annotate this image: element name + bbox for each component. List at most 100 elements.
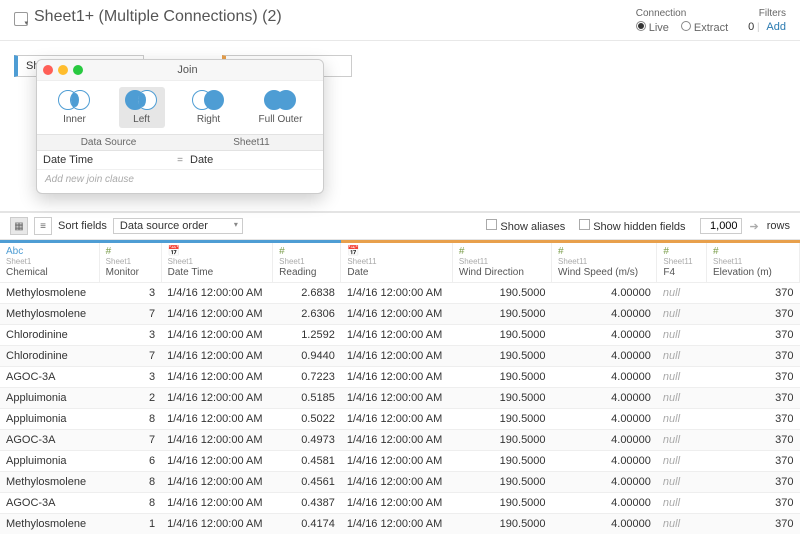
datasource-icon[interactable] <box>14 12 28 26</box>
filters-block: Filters 0 | Add <box>748 8 786 33</box>
table-cell: Methylosmolene <box>0 472 99 493</box>
table-cell: Appluimonia <box>0 388 99 409</box>
view-grid-button[interactable]: ▦ <box>10 217 28 235</box>
table-cell: 1/4/16 12:00:00 AM <box>341 451 453 472</box>
rows-go-icon[interactable]: ➔ <box>750 220 759 233</box>
table-cell: null <box>657 430 707 451</box>
table-cell: 1/4/16 12:00:00 AM <box>341 325 453 346</box>
column-header[interactable]: 📅Sheet1Date Time <box>161 242 273 283</box>
show-aliases-checkbox[interactable]: Show aliases <box>486 219 565 233</box>
show-hidden-checkbox[interactable]: Show hidden fields <box>579 219 685 233</box>
table-cell: 7 <box>99 430 161 451</box>
table-cell: 7 <box>99 346 161 367</box>
data-grid: AbcSheet1Chemical#Sheet1Monitor📅Sheet1Da… <box>0 240 800 534</box>
table-cell: Appluimonia <box>0 451 99 472</box>
join-type-right[interactable]: Right <box>186 87 232 128</box>
clause-operator[interactable]: = <box>170 155 190 166</box>
minimize-icon[interactable] <box>58 65 68 75</box>
connection-live-radio[interactable]: Live <box>636 21 669 34</box>
table-cell: 2.6838 <box>273 283 341 304</box>
table-row[interactable]: AGOC-3A31/4/16 12:00:00 AM0.72231/4/16 1… <box>0 367 800 388</box>
table-cell: 1/4/16 12:00:00 AM <box>341 493 453 514</box>
page-title: Sheet1+ (Multiple Connections) (2) <box>34 8 616 26</box>
column-header[interactable]: #Sheet11F4 <box>657 242 707 283</box>
table-cell: Methylosmolene <box>0 304 99 325</box>
clause-right-field[interactable]: Date <box>190 154 317 166</box>
table-cell: 1/4/16 12:00:00 AM <box>161 514 273 534</box>
table-cell: 6 <box>99 451 161 472</box>
table-cell: 4.00000 <box>552 409 657 430</box>
table-cell: 0.4581 <box>273 451 341 472</box>
type-icon: # <box>106 246 112 257</box>
close-icon[interactable] <box>43 65 53 75</box>
join-type-full[interactable]: Full Outer <box>253 87 309 128</box>
type-icon: # <box>459 246 465 257</box>
table-cell: 1/4/16 12:00:00 AM <box>161 430 273 451</box>
table-cell: 3 <box>99 367 161 388</box>
column-header[interactable]: #Sheet11Wind Speed (m/s) <box>552 242 657 283</box>
table-cell: 4.00000 <box>552 514 657 534</box>
connection-block: Connection Live Extract <box>636 8 728 34</box>
table-cell: 3 <box>99 283 161 304</box>
table-cell: 1/4/16 12:00:00 AM <box>161 493 273 514</box>
table-cell: null <box>657 346 707 367</box>
table-cell: null <box>657 472 707 493</box>
table-cell: 370 <box>706 325 799 346</box>
column-header[interactable]: #Sheet1Reading <box>273 242 341 283</box>
sort-fields-select[interactable]: Data source order <box>113 218 243 234</box>
table-row[interactable]: Chlorodinine71/4/16 12:00:00 AM0.94401/4… <box>0 346 800 367</box>
table-cell: null <box>657 493 707 514</box>
table-cell: 190.5000 <box>452 514 551 534</box>
table-row[interactable]: Appluimonia61/4/16 12:00:00 AM0.45811/4/… <box>0 451 800 472</box>
table-cell: 190.5000 <box>452 472 551 493</box>
join-type-left[interactable]: Left <box>119 87 165 128</box>
table-row[interactable]: Appluimonia21/4/16 12:00:00 AM0.51851/4/… <box>0 388 800 409</box>
table-cell: 370 <box>706 409 799 430</box>
table-cell: Chlorodinine <box>0 325 99 346</box>
column-header[interactable]: AbcSheet1Chemical <box>0 242 99 283</box>
maximize-icon[interactable] <box>73 65 83 75</box>
table-cell: 1/4/16 12:00:00 AM <box>161 472 273 493</box>
rows-input[interactable] <box>700 218 742 234</box>
table-row[interactable]: Methylosmolene71/4/16 12:00:00 AM2.63061… <box>0 304 800 325</box>
add-filter-link[interactable]: Add <box>766 21 786 33</box>
table-cell: 8 <box>99 472 161 493</box>
column-header[interactable]: #Sheet11Elevation (m) <box>706 242 799 283</box>
table-cell: 1/4/16 12:00:00 AM <box>161 451 273 472</box>
table-cell: Chlorodinine <box>0 346 99 367</box>
table-cell: 190.5000 <box>452 325 551 346</box>
column-header[interactable]: #Sheet1Monitor <box>99 242 161 283</box>
table-cell: 4.00000 <box>552 304 657 325</box>
table-cell: null <box>657 325 707 346</box>
table-cell: 1.2592 <box>273 325 341 346</box>
add-clause-placeholder[interactable]: Add new join clause <box>37 170 323 193</box>
table-cell: 190.5000 <box>452 283 551 304</box>
view-list-button[interactable]: ≡ <box>34 217 52 235</box>
table-row[interactable]: Methylosmolene11/4/16 12:00:00 AM0.41741… <box>0 514 800 534</box>
table-row[interactable]: Appluimonia81/4/16 12:00:00 AM0.50221/4/… <box>0 409 800 430</box>
table-cell: 4.00000 <box>552 430 657 451</box>
table-cell: 190.5000 <box>452 304 551 325</box>
dialog-header[interactable]: Join <box>37 60 323 81</box>
table-cell: 1/4/16 12:00:00 AM <box>341 472 453 493</box>
table-row[interactable]: AGOC-3A81/4/16 12:00:00 AM0.43871/4/16 1… <box>0 493 800 514</box>
table-cell: 7 <box>99 304 161 325</box>
table-cell: 370 <box>706 514 799 534</box>
table-row[interactable]: Chlorodinine31/4/16 12:00:00 AM1.25921/4… <box>0 325 800 346</box>
rows-label: rows <box>767 220 790 232</box>
table-cell: 1/4/16 12:00:00 AM <box>341 430 453 451</box>
table-cell: 1/4/16 12:00:00 AM <box>341 409 453 430</box>
table-row[interactable]: AGOC-3A71/4/16 12:00:00 AM0.49731/4/16 1… <box>0 430 800 451</box>
table-row[interactable]: Methylosmolene31/4/16 12:00:00 AM2.68381… <box>0 283 800 304</box>
join-canvas: Sheet1 Sheet11 Join Inner Left Right <box>0 41 800 211</box>
join-clause-row[interactable]: Date Time = Date <box>37 151 323 170</box>
column-header[interactable]: #Sheet11Wind Direction <box>452 242 551 283</box>
clause-left-field[interactable]: Date Time <box>43 154 170 166</box>
table-cell: 0.7223 <box>273 367 341 388</box>
type-icon: # <box>663 246 669 257</box>
grid-toolbar: ▦ ≡ Sort fields Data source order Show a… <box>0 211 800 240</box>
column-header[interactable]: 📅Sheet11Date <box>341 242 453 283</box>
connection-extract-radio[interactable]: Extract <box>681 21 728 34</box>
table-row[interactable]: Methylosmolene81/4/16 12:00:00 AM0.45611… <box>0 472 800 493</box>
join-type-inner[interactable]: Inner <box>52 87 98 128</box>
